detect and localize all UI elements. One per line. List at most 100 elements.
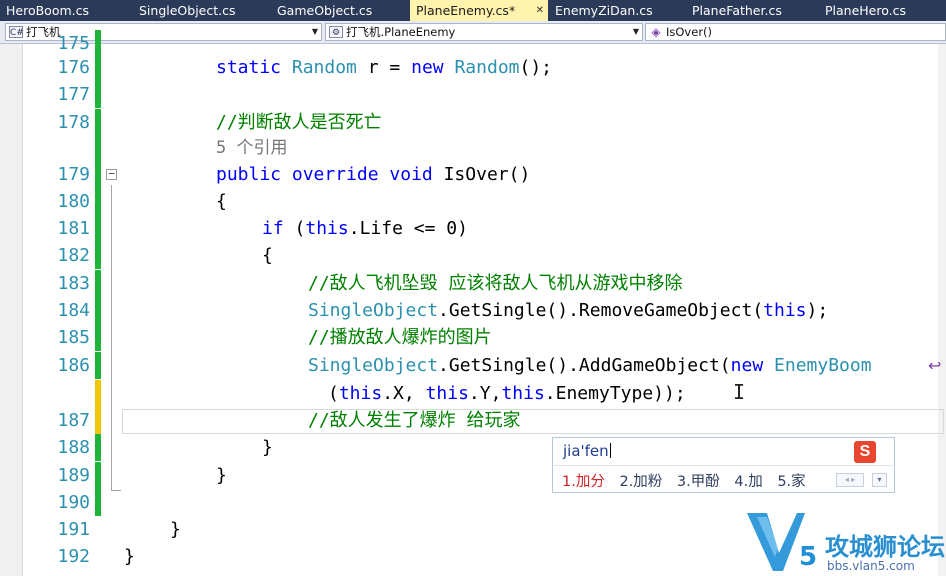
change-marker-saved — [95, 161, 101, 188]
code-text[interactable]: } — [170, 516, 181, 543]
code-line: 185 //播放敌人爆炸的图片 — [0, 324, 946, 351]
line-number: 181 — [57, 218, 90, 239]
code-text[interactable]: (this.X, this.Y,this.EnemyType)); — [328, 380, 686, 407]
line-number: 175 — [57, 33, 90, 54]
code-text[interactable]: static Random r = new Random(); — [216, 54, 552, 81]
line-number: 188 — [57, 437, 90, 458]
line-number: 180 — [57, 191, 90, 212]
ime-menu-chevron-icon[interactable]: ▾ — [872, 473, 887, 487]
code-text[interactable]: } — [124, 543, 135, 570]
change-marker-saved — [95, 489, 101, 516]
line-number: 192 — [57, 546, 90, 567]
code-line: 178 //判断敌人是否死亡 — [0, 109, 946, 136]
code-text[interactable]: { — [216, 188, 227, 215]
change-marker-saved — [95, 242, 101, 269]
line-number: 179 — [57, 164, 90, 185]
watermark-url: bbs.vlan5.com — [827, 559, 915, 573]
ime-candidate[interactable]: 5.家 — [777, 474, 805, 490]
code-line: 182 { — [0, 242, 946, 269]
tab-label: PlaneFather.cs — [692, 3, 782, 18]
change-marker-saved — [95, 434, 101, 461]
change-marker-saved — [95, 30, 101, 57]
line-number: 176 — [57, 57, 90, 78]
code-line: 187 //敌人发生了爆炸 给玩家 — [0, 407, 946, 434]
tab-label: PlaneEnemy.cs* — [416, 3, 516, 18]
code-editor[interactable]: 175 176 static Random r = new Random(); … — [0, 30, 946, 576]
code-line: 180 { — [0, 188, 946, 215]
line-number: 178 — [57, 112, 90, 133]
line-number: 185 — [57, 327, 90, 348]
ime-candidate-window[interactable]: jia'fen S 1.加分 2.加粉 3.甲酚 4.加 5.家 ◂ ▸ ▾ — [552, 437, 895, 493]
line-number: 182 — [57, 245, 90, 266]
text-cursor-icon: I — [733, 380, 746, 404]
change-marker-saved — [95, 109, 101, 136]
divider — [554, 465, 893, 466]
codelens-line: 5 个引用 — [0, 135, 946, 162]
close-tab-icon[interactable]: ✕ — [536, 0, 544, 21]
change-marker-saved — [95, 54, 101, 81]
code-text[interactable]: } — [216, 462, 227, 489]
word-wrap-icon: ↩ — [928, 356, 942, 375]
ime-candidate-list: 1.加分 2.加粉 3.甲酚 4.加 5.家 — [562, 470, 816, 491]
code-line: 186 SingleObject.GetSingle().AddGameObje… — [0, 352, 946, 379]
change-marker-saved — [95, 324, 101, 351]
tab-label: PlaneHero.cs — [825, 3, 907, 18]
code-text[interactable]: if (this.Life <= 0) — [262, 215, 468, 242]
ime-candidate[interactable]: 2.加粉 — [619, 474, 662, 490]
change-marker-unsaved — [95, 380, 101, 407]
references-codelens[interactable]: 5 个引用 — [216, 135, 287, 162]
tab-enemyzidan[interactable]: EnemyZiDan.cs — [549, 0, 687, 21]
tab-label: SingleObject.cs — [139, 3, 236, 18]
code-line: 183 //敌人飞机坠毁 应该将敌人飞机从游戏中移除 — [0, 270, 946, 297]
code-line: 176 static Random r = new Random(); — [0, 54, 946, 81]
forum-watermark: 5 攻城狮论坛 bbs.vlan5.com — [745, 507, 946, 576]
tab-label: HeroBoom.cs — [6, 3, 90, 18]
line-number: 177 — [57, 84, 90, 105]
change-marker-unsaved — [95, 407, 101, 434]
tab-planeenemy[interactable]: PlaneEnemy.cs* ✕ — [410, 0, 548, 21]
change-marker-saved — [95, 215, 101, 242]
code-comment[interactable]: //播放敌人爆炸的图片 — [308, 324, 492, 351]
tab-planefather[interactable]: PlaneFather.cs — [686, 0, 820, 21]
ime-candidate[interactable]: 4.加 — [734, 474, 762, 490]
tab-heroboom[interactable]: HeroBoom.cs — [0, 0, 133, 21]
ime-page-arrows-icon[interactable]: ◂ ▸ — [836, 473, 864, 487]
line-number: 190 — [57, 492, 90, 513]
code-line: 177 — [0, 81, 946, 108]
code-comment[interactable]: //敌人飞机坠毁 应该将敌人飞机从游戏中移除 — [308, 270, 683, 297]
tab-singleobject[interactable]: SingleObject.cs — [133, 0, 271, 21]
line-number: 189 — [57, 465, 90, 486]
code-text[interactable]: } — [262, 434, 273, 461]
change-marker-saved — [95, 352, 101, 379]
line-number: 187 — [57, 410, 90, 431]
tab-gameobject[interactable]: GameObject.cs — [271, 0, 409, 21]
code-text[interactable]: SingleObject.GetSingle().RemoveGameObjec… — [308, 297, 828, 324]
line-number: 184 — [57, 300, 90, 321]
code-line: 175 — [0, 30, 946, 57]
watermark-title: 攻城狮论坛 — [825, 533, 945, 561]
ime-composition: jia'fen — [563, 442, 611, 460]
code-text[interactable]: { — [262, 242, 273, 269]
code-line: 181 if (this.Life <= 0) — [0, 215, 946, 242]
line-number: 191 — [57, 519, 90, 540]
sogou-logo-icon: S — [854, 441, 876, 463]
code-comment[interactable]: //判断敌人是否死亡 — [216, 109, 382, 136]
code-line: 179 − public override void IsOver() — [0, 161, 946, 188]
code-text[interactable]: public override void IsOver() — [216, 161, 530, 188]
change-marker-saved — [95, 135, 101, 162]
change-marker-saved — [95, 462, 101, 489]
tab-planehero[interactable]: PlaneHero.cs — [819, 0, 946, 21]
v5-logo-icon: 5 — [747, 513, 817, 572]
code-comment[interactable]: //敌人发生了爆炸 给玩家 — [308, 407, 521, 434]
change-marker-saved — [95, 81, 101, 108]
ime-candidate[interactable]: 1.加分 — [562, 474, 605, 490]
change-marker-saved — [95, 270, 101, 297]
document-tab-bar: HeroBoom.cs SingleObject.cs GameObject.c… — [0, 0, 946, 21]
ime-candidate[interactable]: 3.甲酚 — [677, 474, 720, 490]
svg-text:5: 5 — [799, 542, 817, 572]
line-number: 186 — [57, 355, 90, 376]
code-text[interactable]: SingleObject.GetSingle().AddGameObject(n… — [308, 352, 872, 379]
collapse-icon[interactable]: − — [106, 168, 117, 180]
code-line-wrapped: (this.X, this.Y,this.EnemyType)); — [0, 380, 946, 407]
change-marker-saved — [95, 188, 101, 215]
